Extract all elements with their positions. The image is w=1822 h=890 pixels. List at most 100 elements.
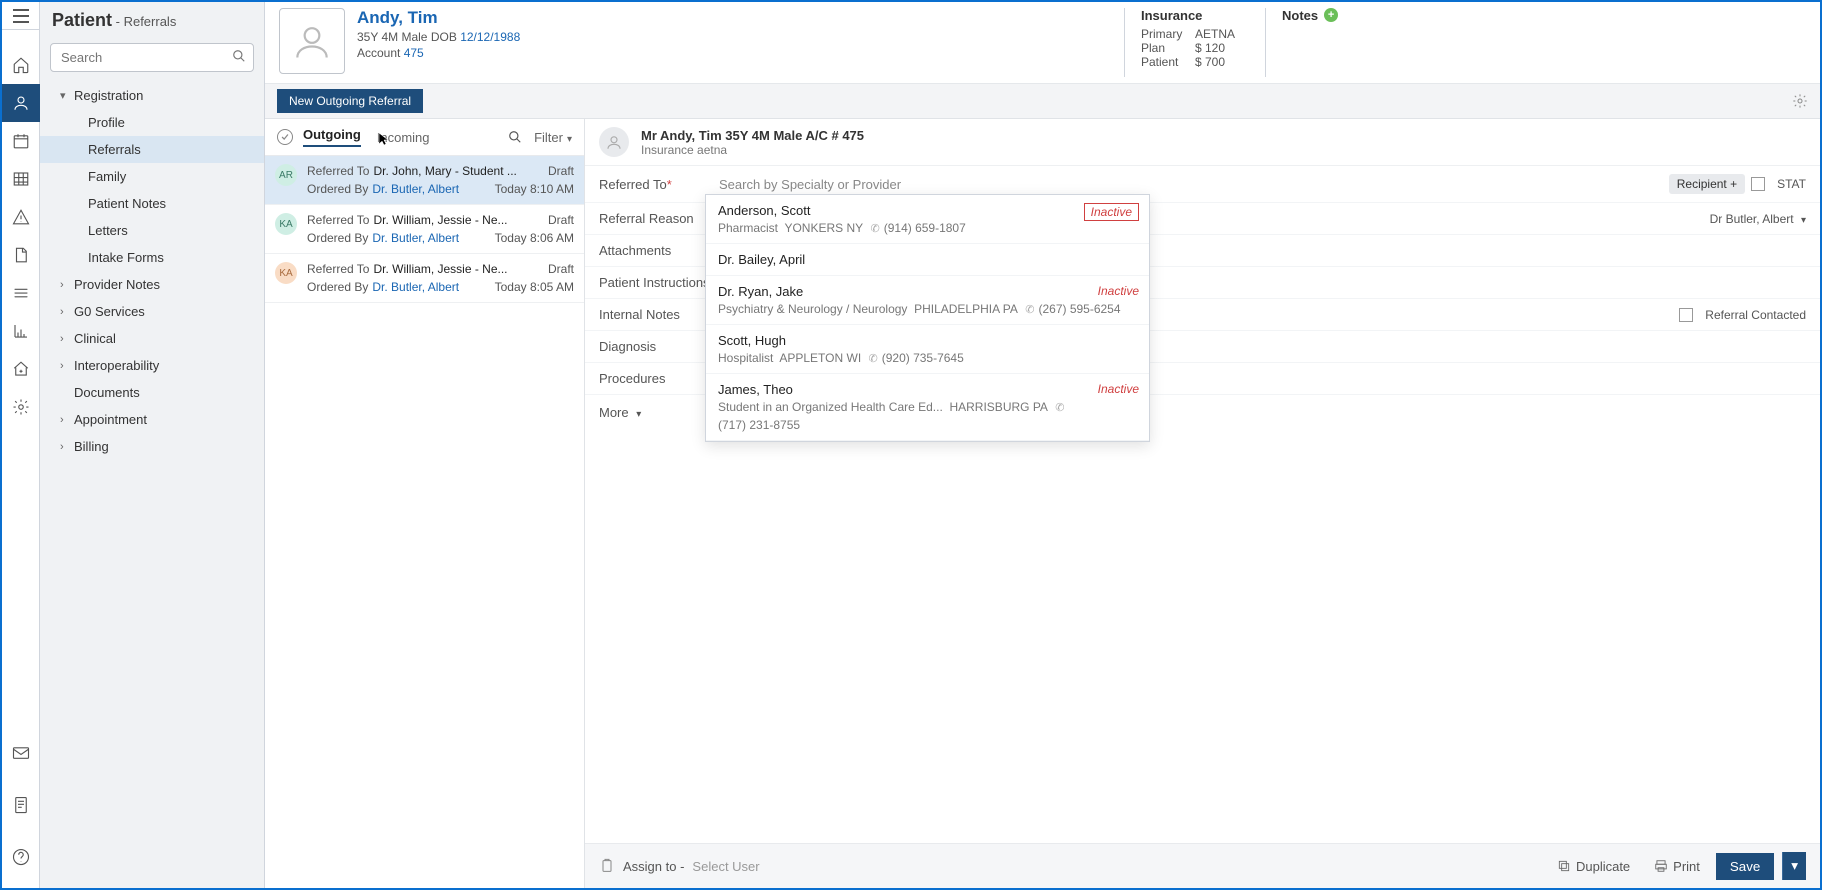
new-outgoing-referral-button[interactable]: New Outgoing Referral	[277, 89, 423, 113]
sidebar-item-letters[interactable]: Letters	[40, 217, 264, 244]
stack-icon[interactable]	[2, 274, 40, 312]
sidebar-item-family[interactable]: Family	[40, 163, 264, 190]
rx-icon[interactable]	[2, 350, 40, 388]
page-icon[interactable]	[2, 786, 40, 824]
stat-checkbox[interactable]	[1751, 177, 1765, 191]
filter-button[interactable]: Filter▾	[534, 130, 572, 145]
document-icon[interactable]	[2, 236, 40, 274]
list-search-icon[interactable]	[508, 130, 522, 144]
referral-list-item[interactable]: KAReferred ToDr. William, Jessie - Ne...…	[265, 205, 584, 254]
provider-select[interactable]: Dr Butler, Albert ▾	[1710, 212, 1806, 226]
insurance-box: Insurance PrimaryAETNAPlan$ 120Patient$ …	[1124, 8, 1266, 77]
check-circle-icon[interactable]	[277, 129, 293, 145]
sidebar-item-profile[interactable]: Profile	[40, 109, 264, 136]
referral-contacted-checkbox[interactable]	[1679, 308, 1693, 322]
settings-icon[interactable]	[2, 388, 40, 426]
table-icon[interactable]	[2, 160, 40, 198]
sidebar-item-patient-notes[interactable]: Patient Notes	[40, 190, 264, 217]
detail-title: Mr Andy, Tim 35Y 4M Male A/C # 475	[641, 128, 864, 143]
referral-badge: KA	[275, 213, 297, 235]
search-container	[50, 43, 254, 72]
referred-to-label: Referred To*	[599, 177, 719, 192]
toolbar: New Outgoing Referral	[265, 84, 1820, 119]
referral-contacted-label: Referral Contacted	[1705, 308, 1806, 322]
notes-title: Notes	[1282, 8, 1318, 23]
referral-badge: AR	[275, 164, 297, 186]
patient-info: Andy, Tim 35Y 4M Male DOB 12/12/1988 Acc…	[357, 8, 520, 77]
referral-reason-label: Referral Reason	[599, 211, 719, 226]
search-icon[interactable]	[232, 49, 246, 63]
diagnosis-label: Diagnosis	[599, 339, 719, 354]
provider-option[interactable]: Dr. Ryan, JakePsychiatry & Neurology / N…	[706, 276, 1149, 325]
save-button[interactable]: Save	[1716, 853, 1774, 880]
sidebar-item-intake-forms[interactable]: Intake Forms	[40, 244, 264, 271]
sidebar: Patient - Referrals ▾RegistrationProfile…	[40, 2, 265, 888]
tab-outgoing[interactable]: Outgoing	[303, 127, 361, 147]
alert-icon[interactable]	[2, 198, 40, 236]
instructions-label: Patient Instructions	[599, 275, 719, 290]
tab-incoming[interactable]: Incoming	[377, 130, 430, 145]
assign-user-select[interactable]: Select User	[692, 859, 759, 874]
sidebar-section-provider-notes[interactable]: ›Provider Notes	[40, 271, 264, 298]
home-icon[interactable]	[2, 46, 40, 84]
breadcrumb: Patient - Referrals	[40, 2, 264, 39]
add-note-icon[interactable]: +	[1324, 8, 1338, 22]
provider-option[interactable]: Scott, HughHospitalist APPLETON WI ✆ (92…	[706, 325, 1149, 374]
main: Andy, Tim 35Y 4M Male DOB 12/12/1988 Acc…	[265, 2, 1820, 888]
sidebar-section-documents[interactable]: Documents	[40, 379, 264, 406]
detail-subtitle: Insurance aetna	[641, 143, 864, 157]
patient-name: Andy, Tim	[357, 8, 520, 28]
provider-option[interactable]: Dr. Bailey, April	[706, 244, 1149, 276]
avatar-icon	[599, 127, 629, 157]
menu-icon[interactable]	[2, 2, 40, 30]
breadcrumb-sub: - Referrals	[116, 14, 177, 29]
referral-list-item[interactable]: KAReferred ToDr. William, Jessie - Ne...…	[265, 254, 584, 303]
patient-account: Account 475	[357, 46, 520, 60]
chevron-down-icon: ▾	[1801, 215, 1806, 226]
breadcrumb-main: Patient	[52, 10, 112, 30]
calendar-icon[interactable]	[2, 122, 40, 160]
sidebar-section-registration[interactable]: ▾Registration	[40, 82, 264, 109]
save-dropdown-button[interactable]: ▾	[1782, 852, 1806, 880]
insurance-row: Patient$ 700	[1141, 55, 1235, 69]
insurance-row: PrimaryAETNA	[1141, 27, 1235, 41]
sidebar-section-interoperability[interactable]: ›Interoperability	[40, 352, 264, 379]
patient-avatar	[279, 8, 345, 74]
provider-option[interactable]: James, TheoStudent in an Organized Healt…	[706, 374, 1149, 441]
print-button[interactable]: Print	[1646, 855, 1708, 878]
iconbar	[2, 2, 40, 888]
provider-dropdown: Anderson, ScottPharmacist YONKERS NY ✆ (…	[705, 194, 1150, 442]
help-icon[interactable]	[2, 838, 40, 876]
inactive-badge: Inactive	[1098, 284, 1139, 298]
duplicate-button[interactable]: Duplicate	[1549, 855, 1638, 878]
procedures-label: Procedures	[599, 371, 719, 386]
referral-detail-pane: Mr Andy, Tim 35Y 4M Male A/C # 475 Insur…	[585, 119, 1820, 888]
referral-badge: KA	[275, 262, 297, 284]
gear-icon[interactable]	[1792, 93, 1808, 109]
chart-icon[interactable]	[2, 312, 40, 350]
patient-demographics: 35Y 4M Male DOB 12/12/1988	[357, 30, 520, 44]
referral-list-pane: Outgoing Incoming Filter▾ ARReferred ToD…	[265, 119, 585, 888]
attachments-label: Attachments	[599, 243, 719, 258]
stat-label: STAT	[1777, 177, 1806, 191]
referred-to-row: Referred To* Search by Specialty or Prov…	[585, 166, 1820, 203]
chevron-down-icon: ▾	[636, 409, 641, 420]
recipient-button[interactable]: Recipient +	[1669, 174, 1745, 194]
referral-list-item[interactable]: ARReferred ToDr. John, Mary - Student ..…	[265, 156, 584, 205]
search-input[interactable]	[50, 43, 254, 72]
sidebar-section-appointment[interactable]: ›Appointment	[40, 406, 264, 433]
provider-option[interactable]: Anderson, ScottPharmacist YONKERS NY ✆ (…	[706, 195, 1149, 244]
inactive-badge: Inactive	[1098, 382, 1139, 396]
mail-icon[interactable]	[2, 734, 40, 772]
clipboard-icon	[599, 858, 615, 874]
detail-header: Mr Andy, Tim 35Y 4M Male A/C # 475 Insur…	[585, 119, 1820, 166]
chevron-down-icon: ▾	[567, 134, 572, 145]
patient-header: Andy, Tim 35Y 4M Male DOB 12/12/1988 Acc…	[265, 2, 1820, 84]
sidebar-section-clinical[interactable]: ›Clinical	[40, 325, 264, 352]
sidebar-section-billing[interactable]: ›Billing	[40, 433, 264, 460]
referred-to-input[interactable]: Search by Specialty or Provider	[719, 177, 1669, 192]
patient-icon[interactable]	[2, 84, 40, 122]
sidebar-item-referrals[interactable]: Referrals	[40, 136, 264, 163]
sidebar-section-g0-services[interactable]: ›G0 Services	[40, 298, 264, 325]
insurance-row: Plan$ 120	[1141, 41, 1235, 55]
